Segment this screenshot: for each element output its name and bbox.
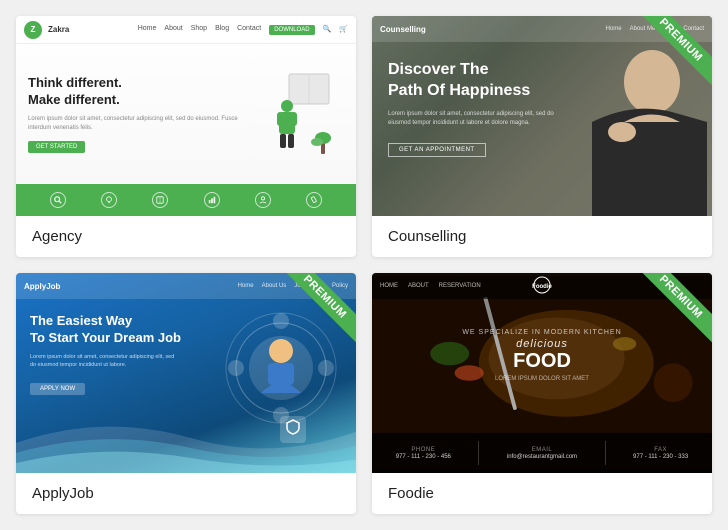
svg-text:Foodie: Foodie	[532, 284, 552, 290]
agency-search-icon: 🔍	[323, 25, 332, 35]
template-grid: Z Zakra Home About Shop Blog Contact DOW…	[16, 16, 712, 514]
applyjob-label: ApplyJob	[16, 473, 356, 514]
counselling-preview: Counselling Home About Me Blog Contact D…	[372, 16, 712, 216]
agency-download-btn: DOWNLOAD	[269, 25, 314, 35]
food-premium-badge: PREMIUM	[642, 273, 712, 343]
agency-nav-about: About	[164, 25, 182, 35]
food-nav-reservation: RESERVATION	[439, 283, 481, 289]
food-headline: FOOD	[388, 350, 696, 372]
food-divider-2	[605, 441, 606, 465]
agency-card[interactable]: Z Zakra Home About Shop Blog Contact DOW…	[16, 16, 356, 257]
food-fax: FAX 977 - 111 - 230 - 333	[633, 447, 688, 460]
bar-pencil-icon	[306, 192, 322, 208]
bar-lightbulb-icon	[101, 192, 117, 208]
food-brand: Foodie	[527, 275, 557, 297]
food-email: EMAIL info@restaurantgmail.com	[507, 447, 577, 460]
counselling-sub: Lorem ipsum dolor sit amet, consectetur …	[388, 110, 568, 128]
bar-chart-icon	[204, 192, 220, 208]
food-description: LOREM IPSUM DOLOR SIT AMET	[388, 376, 696, 382]
food-email-label: EMAIL	[507, 447, 577, 453]
shield-icon	[286, 419, 300, 435]
agency-cart-icon: 🛒	[339, 25, 348, 35]
counselling-card[interactable]: Counselling Home About Me Blog Contact D…	[372, 16, 712, 257]
agency-nav-shop: Shop	[191, 25, 207, 35]
applyjob-badge-wrapper: PREMIUM	[286, 273, 356, 343]
applyjob-preview: ApplyJob Home About Us Job Blog Policy T…	[16, 273, 356, 473]
food-badge-wrapper: PREMIUM	[642, 273, 712, 343]
food-preview: HOME ABOUT RESERVATION Foodie WE SPECIAL…	[372, 273, 712, 473]
agency-nav: Z Zakra Home About Shop Blog Contact DOW…	[16, 16, 356, 44]
agency-label: Agency	[16, 216, 356, 257]
bar-book-icon	[152, 192, 168, 208]
food-label: Foodie	[372, 473, 712, 514]
bar-person-icon	[255, 192, 271, 208]
agency-nav-blog: Blog	[215, 25, 229, 35]
agency-person-svg	[269, 64, 339, 164]
counselling-premium-badge: PREMIUM	[642, 16, 712, 86]
bar-search-icon	[50, 192, 66, 208]
counselling-cta-btn: GET AN APPOINTMENT	[388, 143, 486, 157]
agency-bottom-bar	[16, 184, 356, 216]
counselling-label: Counselling	[372, 216, 712, 257]
applyjob-headline: The Easiest WayTo Start Your Dream Job	[30, 313, 190, 347]
applyjob-badge	[280, 416, 306, 443]
agency-logo: Z	[24, 21, 42, 39]
food-phone-label: PHONE	[396, 447, 451, 453]
agency-illustration	[264, 54, 344, 174]
agency-brand: Zakra	[48, 25, 69, 34]
food-card[interactable]: HOME ABOUT RESERVATION Foodie WE SPECIAL…	[372, 273, 712, 514]
agency-headline: Think different.Make different.	[28, 75, 256, 109]
foodie-logo-svg: Foodie	[527, 275, 557, 295]
aj-home: Home	[238, 283, 254, 289]
aj-about: About Us	[262, 283, 287, 289]
food-nav-home: HOME	[380, 283, 398, 289]
applyjob-card[interactable]: ApplyJob Home About Us Job Blog Policy T…	[16, 273, 356, 514]
agency-sub: Lorem ipsum dolor sit amet, consectetur …	[28, 115, 256, 133]
food-divider-1	[478, 441, 479, 465]
applyjob-sub: Lorem ipsum dolor sit amet, consectetur …	[30, 353, 180, 370]
food-bottom-bar: PHONE 977 - 111 - 230 - 456 EMAIL info@r…	[372, 433, 712, 473]
food-fax-label: FAX	[633, 447, 688, 453]
agency-body: Think different.Make different. Lorem ip…	[16, 44, 356, 184]
food-nav-about: ABOUT	[408, 283, 429, 289]
agency-text-area: Think different.Make different. Lorem ip…	[28, 54, 256, 174]
agency-nav-contact: Contact	[237, 25, 261, 35]
applyjob-premium-badge: PREMIUM	[286, 273, 356, 343]
agency-preview: Z Zakra Home About Shop Blog Contact DOW…	[16, 16, 356, 216]
food-email-value: info@restaurantgmail.com	[507, 454, 577, 460]
food-phone: PHONE 977 - 111 - 230 - 456	[396, 447, 451, 460]
food-phone-value: 977 - 111 - 230 - 456	[396, 454, 451, 460]
agency-nav-links: Home About Shop Blog Contact DOWNLOAD 🔍 …	[138, 25, 348, 35]
applyjob-brand: ApplyJob	[24, 282, 60, 291]
food-fax-value: 977 - 111 - 230 - 333	[633, 454, 688, 460]
counselling-brand: Counselling	[380, 25, 426, 34]
applyjob-cta-btn: APPLY NOW	[30, 383, 85, 395]
agency-nav-home: Home	[138, 25, 157, 35]
coun-home: Home	[606, 26, 622, 32]
counselling-badge-wrapper: PREMIUM	[642, 16, 712, 86]
agency-cta-btn: GET STARTED	[28, 141, 85, 153]
